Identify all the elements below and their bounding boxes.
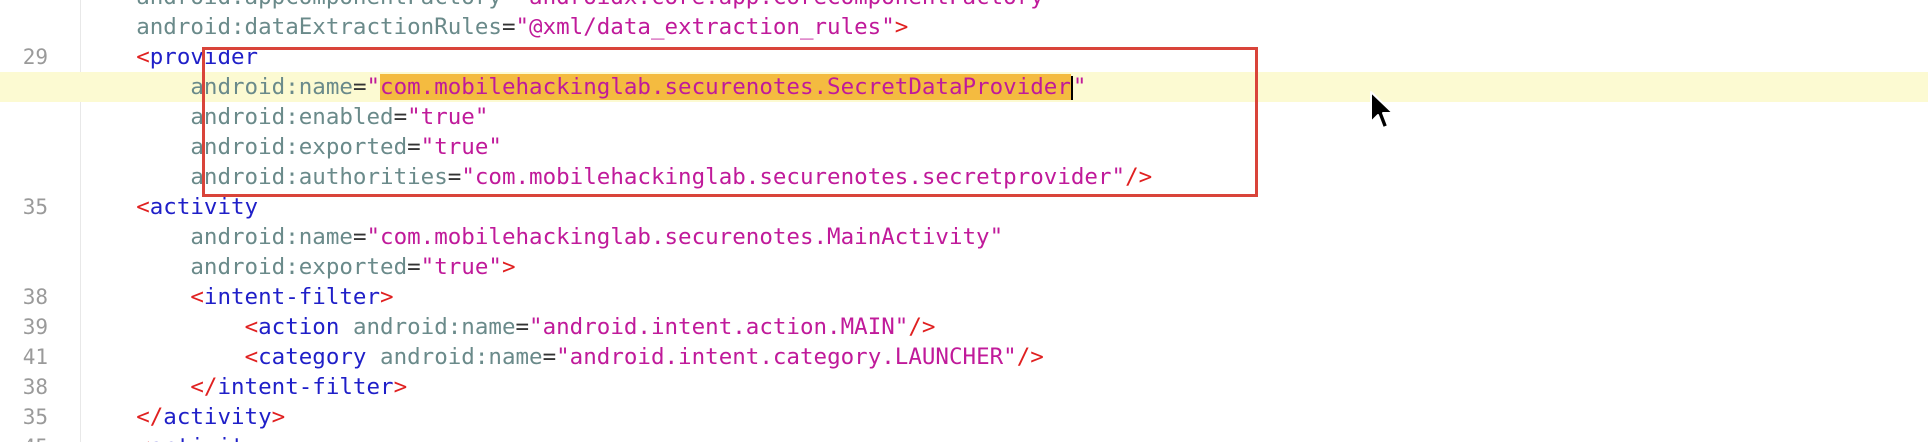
code-text: </activity> (82, 402, 285, 432)
code-line[interactable]: 45 <activity (0, 432, 1928, 442)
code-token: > (380, 284, 394, 310)
code-token: category (258, 344, 367, 370)
code-token: activity (163, 404, 272, 430)
code-line[interactable]: android:exported="true"> (0, 252, 1928, 282)
code-text: android:appComponentFactory="androidx.co… (82, 0, 1057, 12)
line-number: 45 (0, 432, 48, 442)
code-token: = (542, 344, 557, 370)
code-token: action (258, 314, 340, 340)
code-editor[interactable]: android:appComponentFactory="androidx.co… (0, 0, 1928, 442)
code-token: activity (149, 194, 259, 220)
code-token: "com.mobilehackinglab.securenotes.MainAc… (366, 224, 1004, 250)
code-token: /> (1016, 344, 1044, 370)
code-token: "android.intent.action.MAIN" (529, 314, 909, 340)
code-token: "android.intent.category.LAUNCHER" (556, 344, 1017, 370)
code-token: /> (908, 314, 936, 340)
code-token: < (136, 44, 150, 70)
code-token: > (393, 374, 408, 400)
code-line[interactable]: 35 </activity> (0, 402, 1928, 432)
line-number: 38 (22, 285, 48, 309)
code-token: android:name (380, 344, 543, 370)
code-text: <action android:name="android.intent.act… (82, 312, 936, 342)
code-line[interactable]: android:dataExtractionRules="@xml/data_e… (0, 12, 1928, 42)
code-line[interactable]: 39 <action android:name="android.intent.… (0, 312, 1928, 342)
code-token: activity (150, 434, 258, 442)
line-number: 35 (22, 405, 48, 429)
code-text: <category android:name="android.intent.c… (82, 342, 1044, 372)
code-token: > (501, 254, 516, 280)
code-token: = (501, 14, 516, 40)
code-token: < (136, 434, 150, 442)
code-token: intent-filter (217, 374, 394, 400)
provider-highlight-box (202, 47, 1258, 197)
line-number: 39 (22, 315, 48, 339)
code-text: </intent-filter> (82, 372, 407, 402)
code-text: <intent-filter> (82, 282, 394, 312)
code-line[interactable]: android:name="com.mobilehackinglab.secur… (0, 222, 1928, 252)
code-line[interactable]: 38 </intent-filter> (0, 372, 1928, 402)
code-token: android:exported (190, 254, 408, 280)
code-line[interactable]: 38 <intent-filter> (0, 282, 1928, 312)
code-token: > (271, 404, 286, 430)
line-number: 41 (22, 345, 48, 369)
code-token: "androidx.core.app.CoreComponentFactory" (515, 0, 1057, 10)
code-text: android:exported="true"> (82, 252, 516, 282)
code-token: android:dataExtractionRules (136, 14, 502, 40)
code-token: "@xml/data_extraction_rules" (515, 14, 895, 40)
code-line[interactable]: android:appComponentFactory="androidx.co… (0, 0, 1928, 12)
code-line[interactable]: 41 <category android:name="android.inten… (0, 342, 1928, 372)
code-token: < (190, 284, 204, 310)
line-number: 38 (22, 375, 48, 399)
code-token: android:name (190, 224, 353, 250)
mouse-pointer-icon (1370, 91, 1394, 129)
code-token: android:name (352, 314, 516, 340)
code-token: </ (136, 404, 164, 430)
code-token: < (244, 344, 259, 370)
code-token: = (407, 254, 421, 280)
code-token: android:appComponentFactory (136, 0, 502, 10)
code-token: </ (190, 374, 218, 400)
code-text: android:dataExtractionRules="@xml/data_e… (82, 12, 908, 42)
line-number: 35 (22, 195, 48, 219)
code-token: = (515, 314, 530, 340)
code-text: android:name="com.mobilehackinglab.secur… (82, 222, 1003, 252)
line-number: 29 (22, 45, 48, 69)
code-token: = (352, 224, 367, 250)
code-text: <activity (82, 432, 258, 442)
code-token: > (894, 14, 909, 40)
code-token: intent-filter (203, 284, 381, 310)
code-token: = (502, 0, 516, 10)
code-token: < (136, 194, 150, 220)
code-token: "true" (420, 254, 502, 280)
code-token: < (244, 314, 259, 340)
